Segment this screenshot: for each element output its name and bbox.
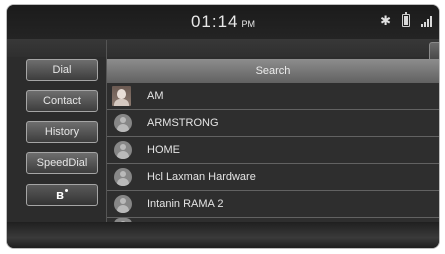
contact-list[interactable]: AM ARMSTRONG HOME Hcl Laxman Hardware In… bbox=[107, 83, 439, 224]
bluetooth-icon: ✱ bbox=[380, 13, 391, 28]
contact-button[interactable]: Contact bbox=[26, 90, 98, 112]
person-icon bbox=[114, 168, 132, 186]
title-bar bbox=[7, 39, 439, 57]
contact-photo-avatar bbox=[112, 86, 131, 106]
contact-name: ARMSTRONG bbox=[147, 117, 219, 129]
clock-ampm: PM bbox=[241, 19, 256, 29]
clock-time: 01:14 bbox=[190, 12, 239, 31]
speeddial-button[interactable]: SpeedDial bbox=[26, 152, 98, 174]
contact-name: HOME bbox=[147, 144, 180, 156]
list-item[interactable]: AM bbox=[107, 83, 439, 110]
contact-name: Hcl Laxman Hardware bbox=[147, 171, 256, 183]
phone-screen: 01:14 PM ✱ Dial Contact History SpeedDial… bbox=[7, 5, 439, 248]
list-item[interactable]: Hcl Laxman Hardware bbox=[107, 164, 439, 191]
search-bar[interactable]: Search bbox=[107, 59, 439, 83]
bluetooth-button[interactable]: ʙ bbox=[26, 184, 98, 206]
person-icon bbox=[114, 195, 132, 213]
bottom-bar bbox=[7, 222, 439, 248]
dial-button[interactable]: Dial bbox=[26, 59, 98, 81]
person-icon bbox=[114, 114, 132, 132]
person-icon bbox=[114, 141, 132, 159]
clock: 01:14 PM bbox=[7, 12, 439, 32]
contact-name: AM bbox=[147, 90, 164, 102]
list-item[interactable]: Intanin RAMA 2 bbox=[107, 191, 439, 218]
bluetooth-icon: ʙ bbox=[56, 187, 64, 202]
history-button[interactable]: History bbox=[26, 121, 98, 143]
list-item[interactable]: HOME bbox=[107, 137, 439, 164]
battery-icon bbox=[402, 12, 410, 27]
bluetooth-dot bbox=[65, 189, 68, 192]
contact-name: Intanin RAMA 2 bbox=[147, 198, 224, 210]
status-icons: ✱ bbox=[380, 12, 432, 28]
signal-icon bbox=[421, 16, 432, 27]
list-item[interactable]: ARMSTRONG bbox=[107, 110, 439, 137]
status-bar: 01:14 PM ✱ bbox=[7, 5, 439, 39]
